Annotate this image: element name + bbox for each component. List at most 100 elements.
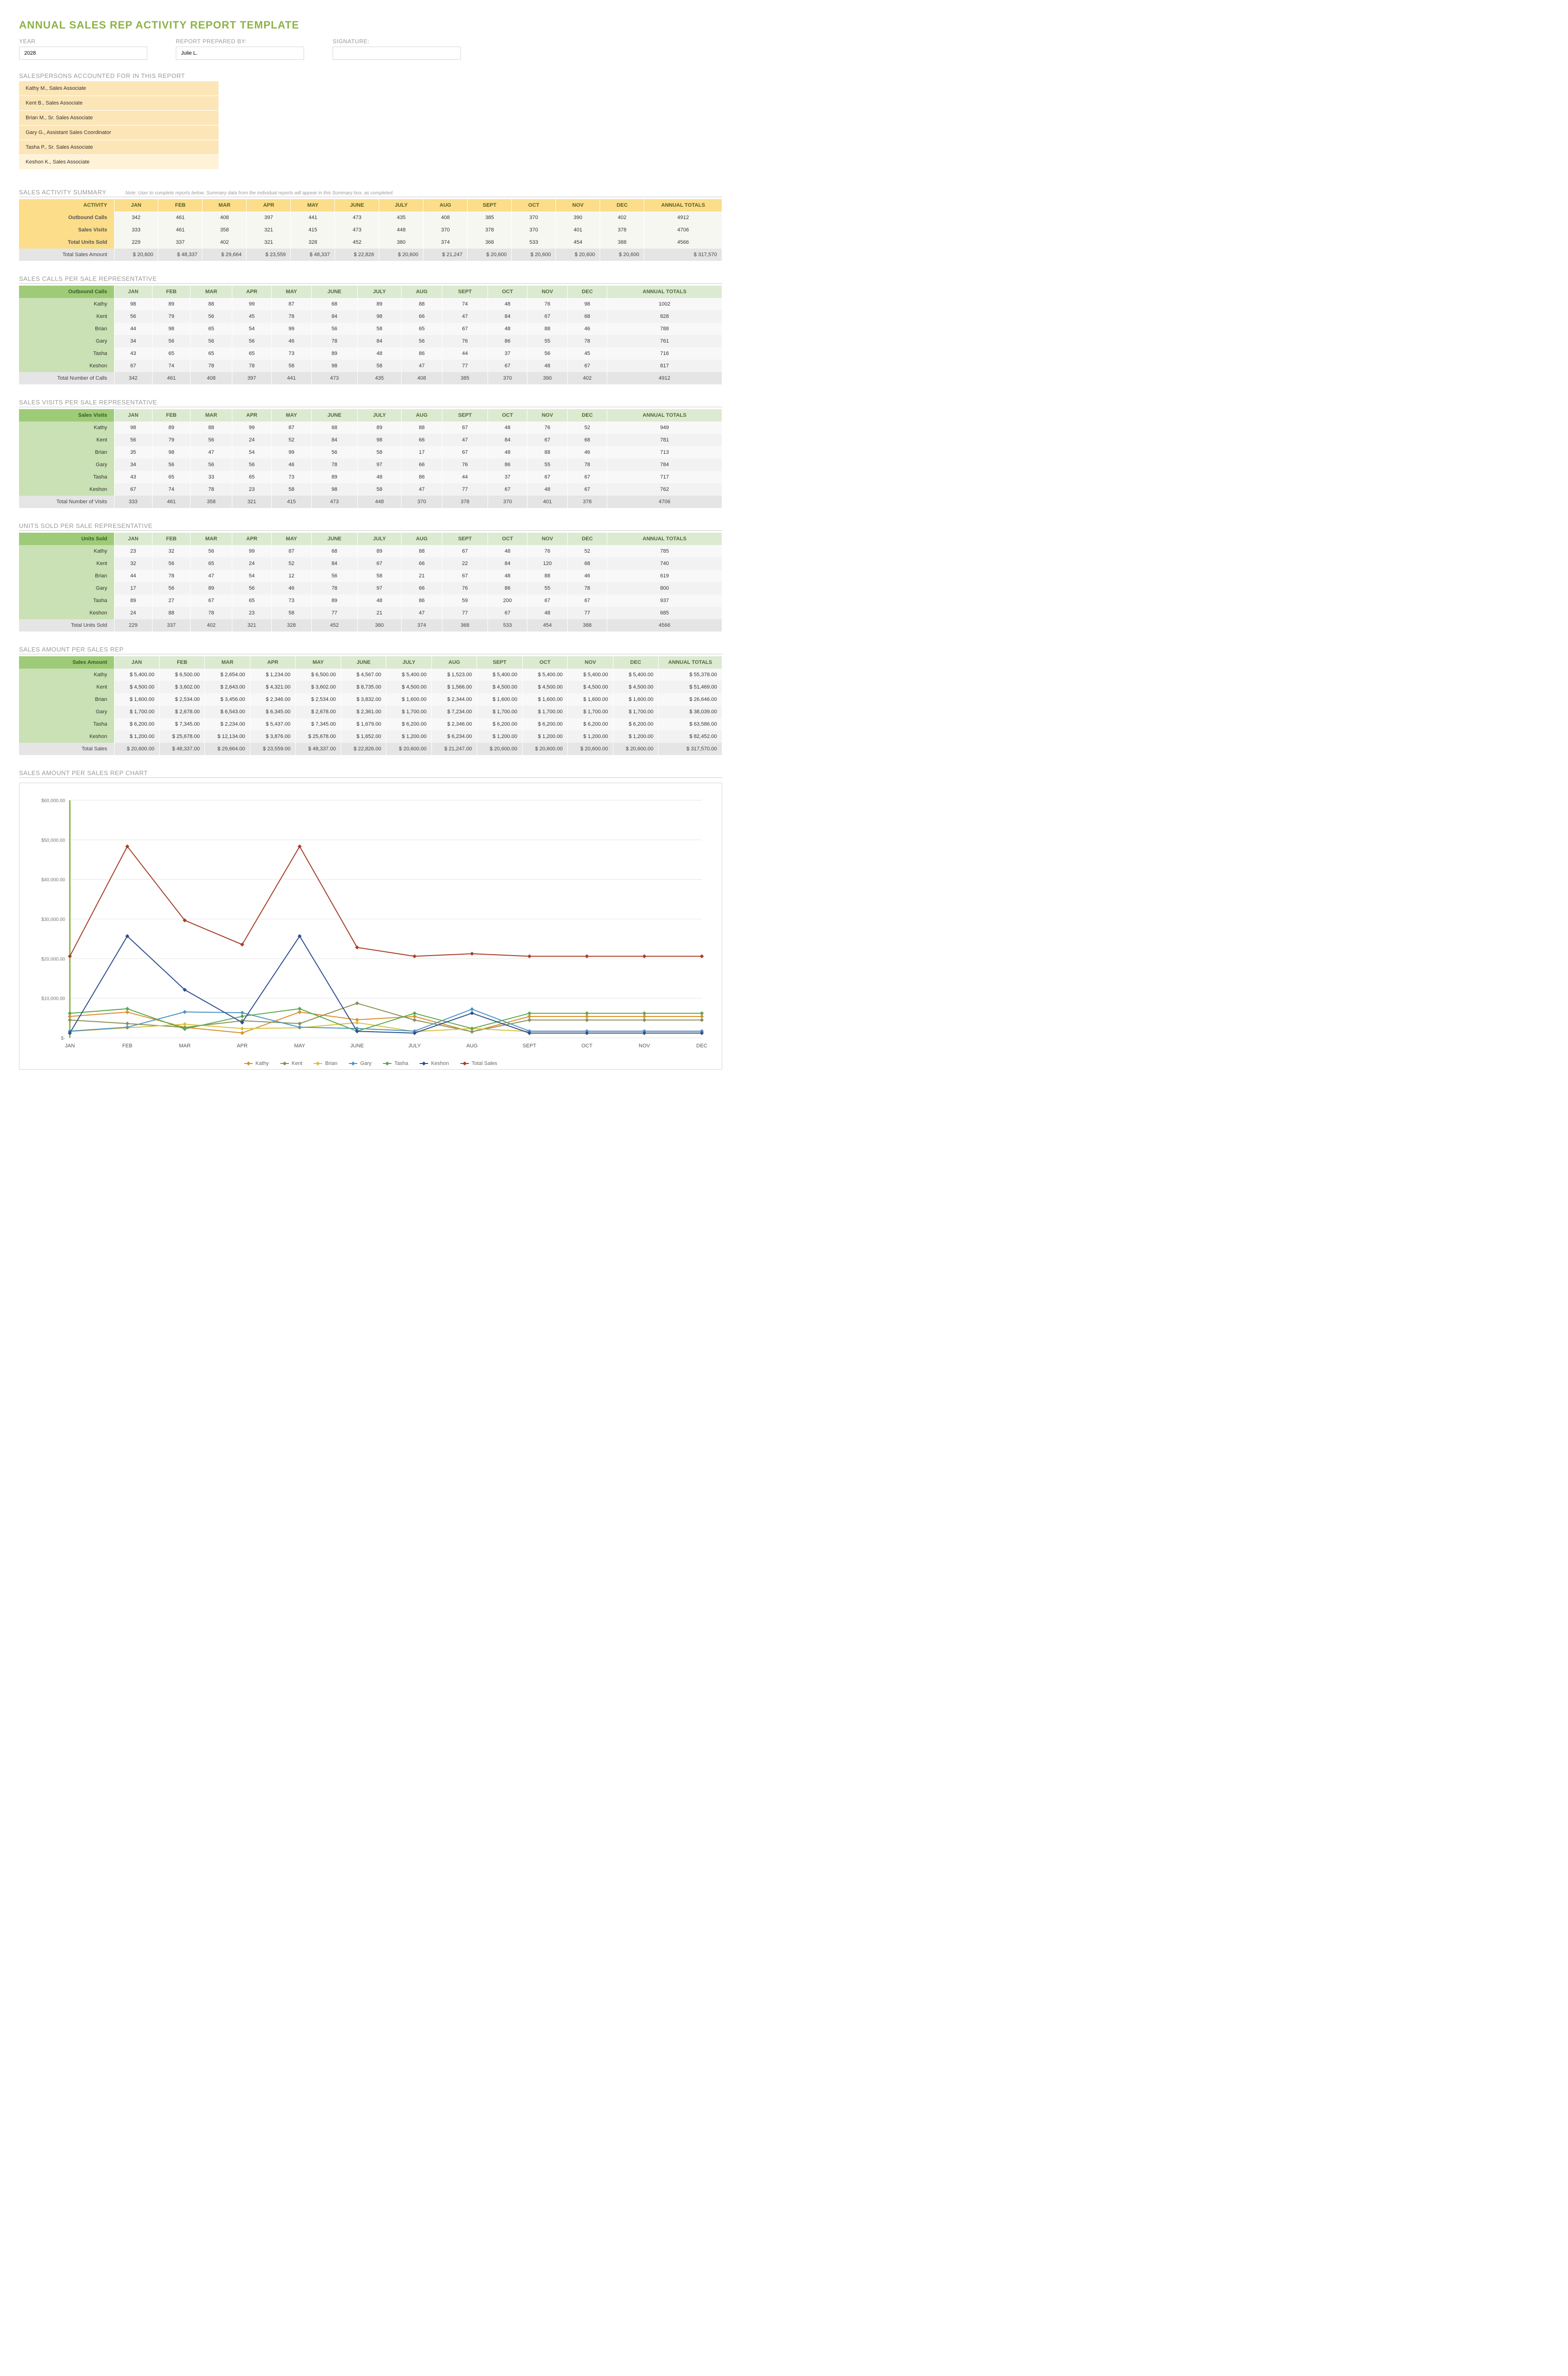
cell: 716 bbox=[607, 347, 722, 360]
cell: 1002 bbox=[607, 298, 722, 310]
cell: 1,600.00 bbox=[477, 693, 522, 706]
col-header: Outbound Calls bbox=[19, 286, 114, 298]
cell: 67 bbox=[488, 483, 527, 496]
cell: 3,832.00 bbox=[341, 693, 386, 706]
cell: 68 bbox=[311, 545, 357, 557]
cell: 76 bbox=[527, 422, 568, 434]
col-header: ANNUAL TOTALS bbox=[607, 286, 722, 298]
cell: 79 bbox=[152, 434, 190, 446]
cell: 3,602.00 bbox=[296, 681, 341, 693]
cell: 619 bbox=[607, 570, 722, 582]
col-header: APR bbox=[247, 199, 291, 211]
cell: 12,134.00 bbox=[205, 730, 250, 743]
cell: 415 bbox=[271, 496, 311, 508]
cell: 67 bbox=[191, 594, 232, 607]
cell: 43 bbox=[114, 347, 152, 360]
svg-text:NOV: NOV bbox=[639, 1043, 650, 1049]
cell: 333 bbox=[114, 224, 158, 236]
cell: 99 bbox=[232, 422, 271, 434]
legend-item: Kathy bbox=[244, 1061, 269, 1066]
cell: 20,600 bbox=[600, 249, 644, 261]
col-header: DEC bbox=[600, 199, 644, 211]
col-header: JULY bbox=[357, 409, 401, 422]
cell: 67 bbox=[527, 594, 568, 607]
cell: 368 bbox=[442, 619, 488, 632]
cell: 402 bbox=[202, 236, 247, 249]
cell: 2,654.00 bbox=[205, 669, 250, 681]
cell: 45 bbox=[567, 347, 607, 360]
prepared-by-input[interactable] bbox=[176, 47, 304, 60]
rep-name: Tasha bbox=[19, 718, 114, 730]
salespersons-list: Kathy M., Sales AssociateKent B., Sales … bbox=[19, 81, 219, 170]
cell: 20,600 bbox=[468, 249, 512, 261]
cell: 448 bbox=[379, 224, 423, 236]
col-header: JAN bbox=[114, 656, 159, 669]
cell: 67 bbox=[357, 557, 401, 570]
cell: 56 bbox=[191, 545, 232, 557]
cell: 321 bbox=[247, 236, 291, 249]
rep-name: Gary bbox=[19, 582, 114, 594]
cell: 24 bbox=[232, 557, 271, 570]
cell: 368 bbox=[468, 236, 512, 249]
col-header: NOV bbox=[556, 199, 600, 211]
svg-text:MAR: MAR bbox=[179, 1043, 191, 1049]
rep-name: Kent bbox=[19, 557, 114, 570]
cell: 56 bbox=[232, 459, 271, 471]
cell: 740 bbox=[607, 557, 722, 570]
cell: 7,345.00 bbox=[159, 718, 204, 730]
cell: 98 bbox=[152, 323, 190, 335]
cell: 25,678.00 bbox=[159, 730, 204, 743]
cell: 88 bbox=[527, 323, 568, 335]
cell: 781 bbox=[607, 434, 722, 446]
cell: 2,346.00 bbox=[431, 718, 477, 730]
cell: 937 bbox=[607, 594, 722, 607]
summary-note: Note: User to complete reports below. Su… bbox=[125, 191, 394, 196]
cell: 378 bbox=[442, 496, 488, 508]
year-label: YEAR bbox=[19, 38, 147, 45]
cell: 4,321.00 bbox=[250, 681, 295, 693]
cell: 97 bbox=[357, 582, 401, 594]
svg-text:$30,000.00: $30,000.00 bbox=[41, 917, 65, 922]
signature-input[interactable] bbox=[333, 47, 461, 60]
cell: 24 bbox=[114, 607, 152, 619]
col-header: DEC bbox=[567, 286, 607, 298]
col-header: OCT bbox=[488, 286, 527, 298]
col-header: Sales Visits bbox=[19, 409, 114, 422]
cell: 461 bbox=[152, 372, 190, 384]
cell: 784 bbox=[607, 459, 722, 471]
cell: 67 bbox=[114, 360, 152, 372]
calls-title: SALES CALLS PER SALE REPRESENTATIVE bbox=[19, 275, 157, 282]
year-input[interactable] bbox=[19, 47, 147, 60]
cell: 1,234.00 bbox=[250, 669, 295, 681]
cell: 337 bbox=[158, 236, 202, 249]
svg-text:SEPT: SEPT bbox=[523, 1043, 536, 1049]
col-header: Units Sold bbox=[19, 533, 114, 545]
prepared-by-label: REPORT PREPARED BY: bbox=[176, 38, 304, 45]
col-header: SEPT bbox=[477, 656, 522, 669]
cell: 52 bbox=[271, 434, 311, 446]
cell: 89 bbox=[311, 347, 357, 360]
cell: 74 bbox=[442, 298, 488, 310]
cell: 78 bbox=[567, 459, 607, 471]
cell: 1,600.00 bbox=[613, 693, 658, 706]
col-header: APR bbox=[232, 409, 271, 422]
cell: 37 bbox=[488, 471, 527, 483]
svg-text:APR: APR bbox=[237, 1043, 248, 1049]
cell: 380 bbox=[357, 619, 401, 632]
cell: 17 bbox=[114, 582, 152, 594]
summary-table: ACTIVITYJANFEBMARAPRMAYJUNEJULYAUGSEPTOC… bbox=[19, 199, 722, 261]
cell: 55 bbox=[527, 459, 568, 471]
cell: 84 bbox=[311, 310, 357, 323]
salesperson-row: Kent B., Sales Associate bbox=[19, 96, 219, 111]
cell: 77 bbox=[442, 483, 488, 496]
cell: 47 bbox=[442, 434, 488, 446]
col-header: MAR bbox=[191, 409, 232, 422]
cell: 84 bbox=[488, 557, 527, 570]
cell: 785 bbox=[607, 545, 722, 557]
calls-table: Outbound CallsJANFEBMARAPRMAYJUNEJULYAUG… bbox=[19, 286, 722, 384]
cell: 949 bbox=[607, 422, 722, 434]
cell: 56 bbox=[191, 335, 232, 347]
cell: 88 bbox=[191, 298, 232, 310]
salesperson-row: Kathy M., Sales Associate bbox=[19, 81, 219, 96]
col-header: ACTIVITY bbox=[19, 199, 114, 211]
